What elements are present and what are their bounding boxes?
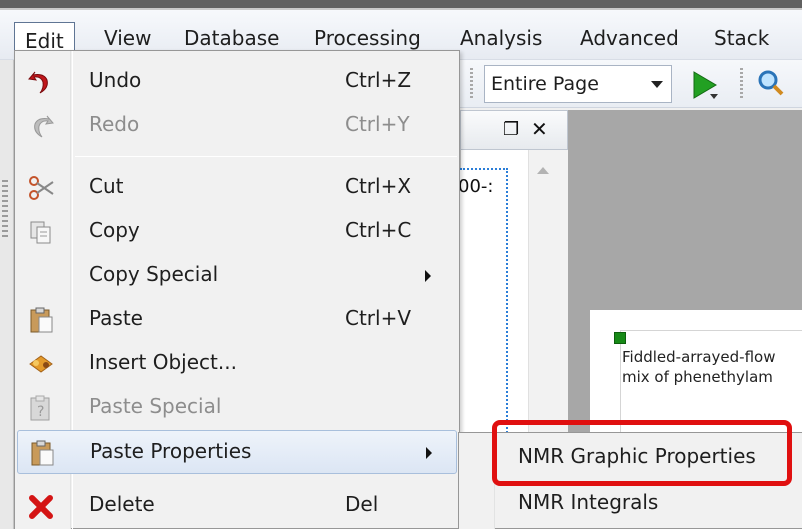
submenu-icon-gutter (459, 433, 495, 529)
menu-item-paste[interactable]: Paste Ctrl+V (15, 298, 459, 342)
panel-titlebar: ❐ ✕ (460, 110, 568, 150)
selection-handle[interactable] (614, 332, 626, 344)
page-text-line: Fiddled-arrayed-flow (622, 348, 776, 366)
submenu-item-nmr-integrals[interactable]: NMR Integrals (518, 490, 658, 514)
menu-item-label: Insert Object... (89, 350, 237, 374)
menu-item-label: Undo (89, 68, 142, 92)
menu-advanced[interactable]: Advanced (572, 20, 687, 58)
menu-item-insert-object[interactable]: Insert Object... (15, 342, 459, 386)
paste-icon (27, 306, 55, 334)
menu-item-label: Redo (89, 112, 140, 136)
menu-separator (75, 156, 457, 157)
menu-item-label: Paste Properties (90, 439, 252, 463)
insert-object-icon (27, 350, 55, 378)
highlight-annotation-box (492, 420, 792, 486)
undo-icon (27, 68, 55, 96)
paste-properties-icon (28, 439, 56, 467)
svg-text:?: ? (37, 404, 44, 420)
zoom-select[interactable]: Entire Page (484, 65, 672, 103)
menu-stack[interactable]: Stack (706, 20, 777, 58)
grip-handle[interactable] (2, 180, 8, 240)
menu-item-label: Copy (89, 218, 140, 242)
menu-item-paste-properties[interactable]: Paste Properties (17, 430, 457, 474)
menu-item-label: Delete (89, 492, 155, 516)
menu-item-cut[interactable]: Cut Ctrl+X (15, 166, 459, 210)
chevron-down-icon (651, 81, 663, 88)
menu-item-shortcut: Del (345, 492, 379, 516)
play-icon (693, 71, 718, 99)
submenu-arrow-icon (425, 270, 431, 282)
float-icon[interactable]: ❐ (503, 119, 519, 140)
menu-item-label: Cut (89, 174, 124, 198)
menu-item-redo[interactable]: Redo Ctrl+Y (15, 104, 459, 148)
menu-item-paste-special[interactable]: ? Paste Special (15, 386, 459, 430)
menu-item-label: Paste Special (89, 394, 222, 418)
menu-analysis[interactable]: Analysis (452, 20, 550, 58)
menu-item-undo[interactable]: Undo Ctrl+Z (15, 60, 459, 104)
magnifier-icon (758, 70, 784, 96)
zoom-select-value: Entire Page (491, 73, 599, 95)
submenu-arrow-icon (426, 447, 432, 459)
menu-item-copy-special[interactable]: Copy Special (15, 254, 459, 298)
menu-item-shortcut: Ctrl+X (345, 174, 412, 198)
menu-item-shortcut: Ctrl+C (345, 218, 412, 242)
run-button[interactable] (688, 68, 722, 102)
menu-item-shortcut: Ctrl+Z (345, 68, 412, 92)
delete-icon (27, 492, 55, 520)
toolbar-grip (470, 68, 473, 100)
menu-item-shortcut: Ctrl+Y (345, 112, 410, 136)
menu-item-copy[interactable]: Copy Ctrl+C (15, 210, 459, 254)
zoom-search-button[interactable] (752, 66, 792, 102)
menu-item-label: Paste (89, 306, 143, 330)
menu-item-label: Copy Special (89, 262, 219, 286)
cut-icon (27, 174, 55, 202)
redo-icon (27, 112, 55, 140)
paste-special-icon: ? (27, 394, 55, 422)
close-icon[interactable]: ✕ (531, 117, 548, 141)
scroll-up-icon[interactable] (537, 167, 549, 174)
menu-item-shortcut: Ctrl+V (345, 306, 412, 330)
left-dock-edge (0, 60, 14, 529)
document-fragment-text: 00-: (458, 176, 494, 197)
copy-icon (27, 218, 55, 246)
menu-item-delete[interactable]: Delete Del (15, 484, 459, 528)
toolbar-separator (740, 68, 743, 100)
page-text-line: mix of phenethylam (622, 368, 773, 386)
window-top-strip (0, 0, 802, 8)
